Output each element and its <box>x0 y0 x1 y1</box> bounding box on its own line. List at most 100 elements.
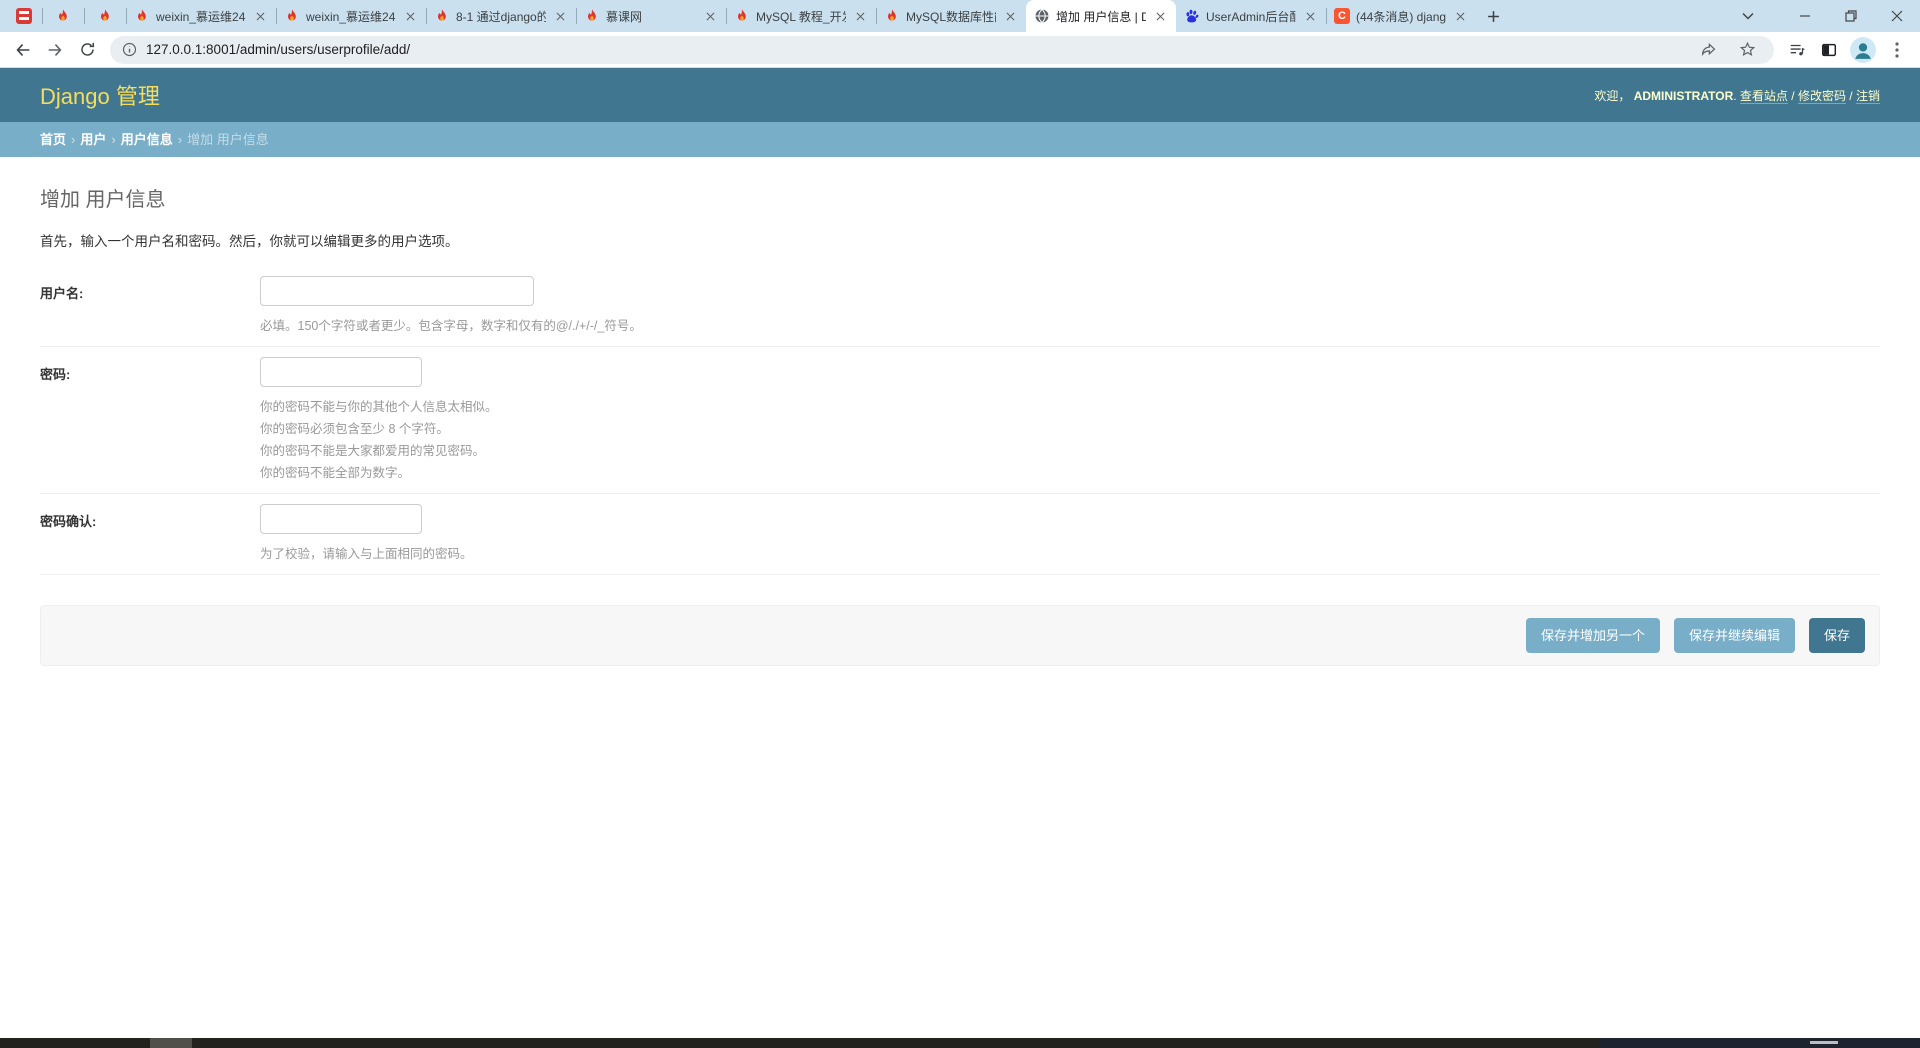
share-button[interactable] <box>1693 35 1723 65</box>
taskbar-tray-segment <box>1600 1038 1920 1048</box>
close-icon <box>1891 10 1903 22</box>
tab-close-button[interactable] <box>1452 8 1468 24</box>
tab-title: 慕课网 <box>606 9 643 24</box>
browser-tab-0[interactable]: C <box>6 0 42 32</box>
tab-title: weixin_慕运维2437 <box>156 9 246 24</box>
minimize-button[interactable] <box>1782 0 1828 32</box>
field-help-username: 必填。150个字符或者更少。包含字母，数字和仅有的@/./+/-/_符号。 <box>260 315 642 337</box>
tab-title: weixin_慕运维2437 <box>306 9 396 24</box>
page-title: 增加 用户信息 <box>40 189 166 211</box>
close-icon <box>1306 12 1314 20</box>
form-row-password1: 密码: 你的密码不能与你的其他个人信息太相似。 你的密码必须包含至少 8 个字符。… <box>40 347 1880 494</box>
breadcrumb: 首页 › 用户 › 用户信息 › 增加 用户信息 <box>0 122 1920 157</box>
tab-close-button[interactable] <box>252 8 268 24</box>
close-icon <box>1006 12 1014 20</box>
save-and-add-another-button[interactable]: 保存并增加另一个 <box>1525 618 1660 653</box>
baidu-favicon-icon <box>1186 9 1199 23</box>
admin-header: Django 管理 欢迎， ADMINISTRATOR. 查看站点 / 修改密码… <box>0 68 1920 122</box>
site-info-icon[interactable] <box>122 42 137 57</box>
site-branding-link[interactable]: Django 管理 <box>40 79 160 111</box>
chevron-down-icon <box>1742 12 1754 20</box>
breadcrumb-separator: › <box>177 132 183 147</box>
minimize-icon <box>1800 15 1810 17</box>
media-controls-button[interactable] <box>1782 35 1812 65</box>
user-tools: 欢迎， ADMINISTRATOR. 查看站点 / 修改密码 / 注销 <box>1594 88 1880 104</box>
tab-close-button[interactable] <box>702 8 718 24</box>
globe-favicon-icon <box>1035 9 1049 23</box>
submit-row: 保存并增加另一个 保存并继续编辑 保存 <box>40 605 1880 666</box>
help-line: 你的密码不能是大家都爱用的常见密码。 <box>260 444 486 458</box>
tab-close-button[interactable] <box>552 8 568 24</box>
media-playlist-icon <box>1790 44 1805 55</box>
help-line: 你的密码必须包含至少 8 个字符。 <box>260 422 449 436</box>
close-window-button[interactable] <box>1874 0 1920 32</box>
restore-button[interactable] <box>1828 0 1874 32</box>
tab-title: (44条消息) django <box>1356 9 1446 24</box>
tab-close-button[interactable] <box>1152 8 1168 24</box>
field-help-password1: 你的密码不能与你的其他个人信息太相似。 你的密码必须包含至少 8 个字符。你的密码… <box>260 396 498 484</box>
restore-icon <box>1845 10 1857 22</box>
share-icon <box>1701 42 1715 57</box>
save-and-continue-button[interactable]: 保存并继续编辑 <box>1673 618 1795 653</box>
tab-close-button[interactable] <box>1002 8 1018 24</box>
browser-tab-2[interactable]: C <box>84 0 126 32</box>
flame-favicon-icon <box>59 9 67 21</box>
address-bar[interactable]: 127.0.0.1:8001/admin/users/userprofile/a… <box>110 35 1774 65</box>
tab-search-chevron-button[interactable] <box>1728 0 1768 32</box>
breadcrumb-link-0[interactable]: 首页 <box>40 132 66 147</box>
browser-menu-button[interactable] <box>1882 35 1912 65</box>
tab-close-button[interactable] <box>852 8 868 24</box>
side-panel-button[interactable] <box>1814 35 1844 65</box>
browser-tab-8[interactable]: C MySQL数据库性能 <box>876 0 1026 32</box>
user-tools-link-2[interactable]: 注销 <box>1855 88 1880 104</box>
tab-title: 8-1 通过django的a <box>456 9 546 24</box>
field-input-password1[interactable] <box>260 357 422 387</box>
tab-close-button[interactable] <box>1302 8 1318 24</box>
field-label-username: 用户名: <box>40 286 84 301</box>
help-line: 你的密码不能与你的其他个人信息太相似。 <box>260 400 498 414</box>
close-icon <box>856 12 864 20</box>
breadcrumb-link-2[interactable]: 用户信息 <box>121 132 173 147</box>
browser-tab-9-active[interactable]: C 增加 用户信息 | Dja <box>1026 0 1176 32</box>
breadcrumb-separator: › <box>111 132 116 147</box>
forward-button[interactable] <box>40 35 70 65</box>
form-row-username: 用户名: 必填。150个字符或者更少。包含字母，数字和仅有的@/./+/-/_符… <box>40 266 1880 347</box>
profile-avatar[interactable] <box>1850 36 1876 63</box>
flame-favicon-icon <box>288 9 296 21</box>
window-controls <box>1728 0 1920 32</box>
tab-title: MySQL 教程_开发 <box>756 9 846 24</box>
current-username: ADMINISTRATOR <box>1633 88 1734 103</box>
help-line: 为了校验，请输入与上面相同的密码。 <box>260 547 473 561</box>
browser-tab-11[interactable]: C (44条消息) django <box>1326 0 1476 32</box>
browser-tab-10[interactable]: C UserAdmin后台配 <box>1176 0 1326 32</box>
new-tab-button[interactable] <box>1476 0 1510 32</box>
field-input-password2[interactable] <box>260 504 422 534</box>
tab-close-button[interactable] <box>402 8 418 24</box>
side-panel-icon <box>1821 43 1837 56</box>
form-row-password2: 密码确认: 为了校验，请输入与上面相同的密码。 <box>40 494 1880 575</box>
tab-title: MySQL数据库性能 <box>906 9 996 24</box>
user-tools-link-1[interactable]: 修改密码 <box>1797 88 1846 104</box>
browser-tab-7[interactable]: C MySQL 教程_开发 <box>726 0 876 32</box>
reload-button[interactable] <box>72 35 102 65</box>
field-label-password1: 密码: <box>40 367 71 382</box>
tab-title: 增加 用户信息 | Dja <box>1056 9 1146 24</box>
bookmark-button[interactable] <box>1732 35 1762 65</box>
browser-tab-5[interactable]: C 8-1 通过django的a <box>426 0 576 32</box>
field-input-username[interactable] <box>260 276 534 306</box>
taskbar-sliver[interactable] <box>0 1038 1920 1048</box>
star-icon <box>1739 41 1755 56</box>
flame-favicon-icon <box>588 9 596 21</box>
save-button[interactable]: 保存 <box>1808 618 1865 653</box>
url-text[interactable]: 127.0.0.1:8001/admin/users/userprofile/a… <box>146 42 1684 57</box>
browser-tab-6[interactable]: C 慕课网 <box>576 0 726 32</box>
page-content: 增加 用户信息 首先，输入一个用户名和密码。然后，你就可以编辑更多的用户选项。 … <box>0 183 1920 666</box>
browser-tab-1[interactable]: C <box>42 0 84 32</box>
browser-tab-3[interactable]: C weixin_慕运维2437 <box>126 0 276 32</box>
user-tools-link-0[interactable]: 查看站点 <box>1739 88 1788 104</box>
reload-icon <box>80 42 94 56</box>
browser-tab-4[interactable]: C weixin_慕运维2437 <box>276 0 426 32</box>
avatar-icon <box>1850 36 1876 63</box>
breadcrumb-link-1[interactable]: 用户 <box>80 132 106 147</box>
back-button[interactable] <box>8 35 38 65</box>
